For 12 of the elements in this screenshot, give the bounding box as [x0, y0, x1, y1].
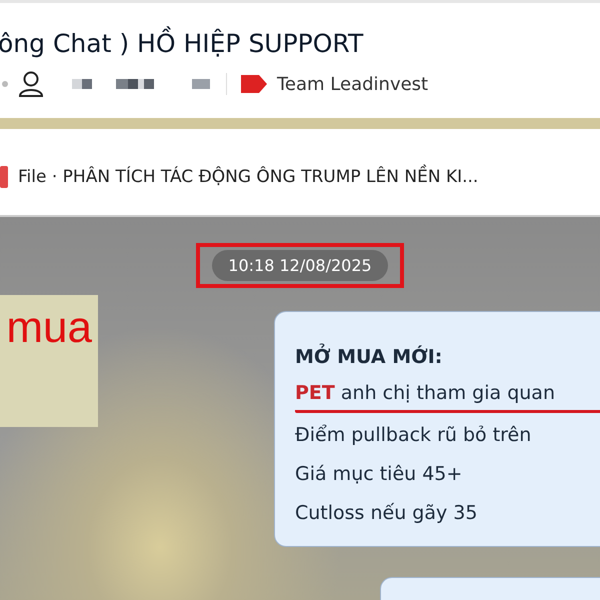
- message-line: Giá mục tiêu 45+: [295, 462, 464, 487]
- person-icon[interactable]: [18, 70, 44, 98]
- message-line: Cutloss nếu gãy 35: [295, 501, 478, 526]
- tag-label[interactable]: Team Leadinvest: [277, 74, 428, 94]
- status-dot: [2, 81, 8, 87]
- card-text: mua: [6, 303, 93, 354]
- timestamp: 10:18 12/08/2025: [212, 250, 388, 281]
- message-heading: MỞ MUA MỚI:: [295, 338, 600, 377]
- message-line: PET anh chị tham gia quan: [295, 377, 600, 413]
- pinned-file-text[interactable]: File · PHÂN TÍCH TÁC ĐỘNG ÔNG TRUMP LÊN NỀN KI...: [18, 167, 478, 187]
- message-line: Điểm pullback rũ bỏ trên: [295, 423, 532, 448]
- file-icon: [0, 166, 8, 188]
